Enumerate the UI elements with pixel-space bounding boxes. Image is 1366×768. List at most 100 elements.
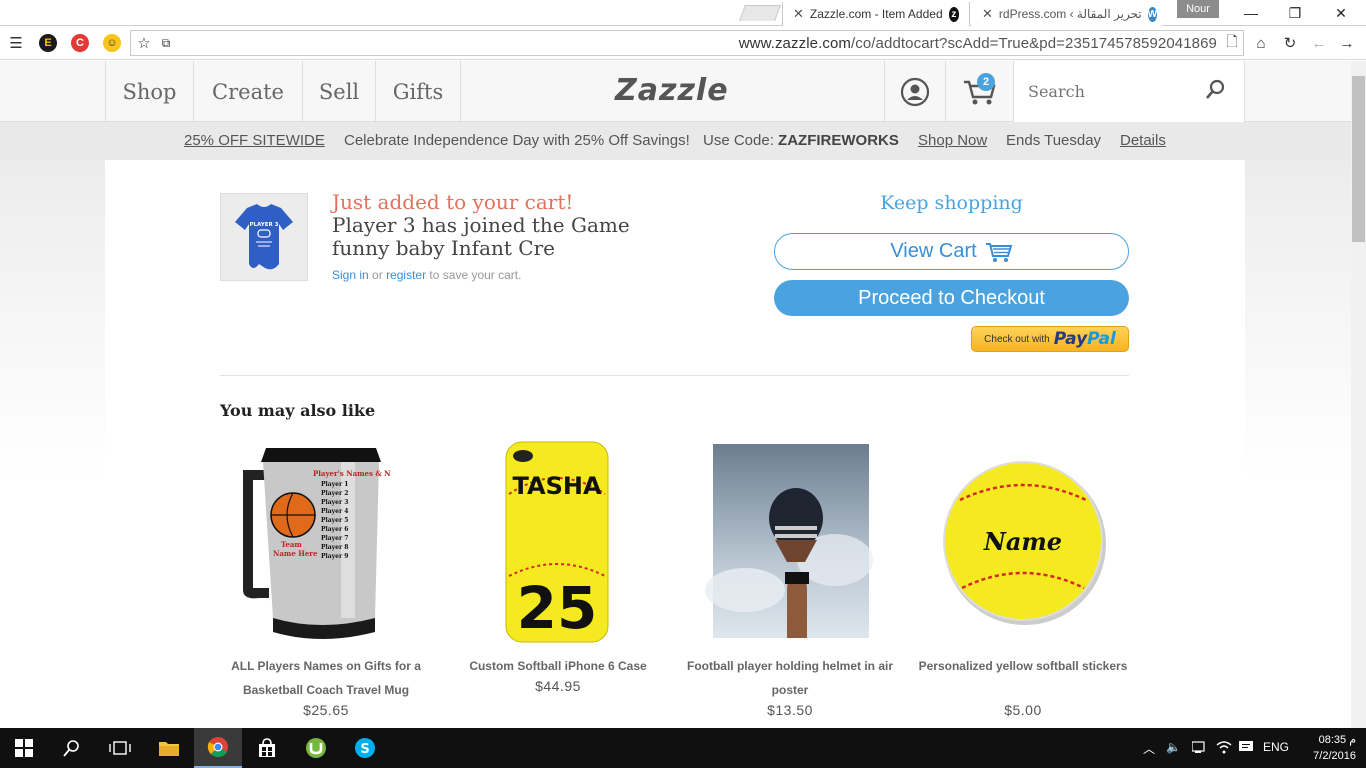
cart-count-badge: 2 — [977, 73, 995, 91]
address-bar[interactable]: ☆ ⧉ www.zazzle.com/co/addtocart?scAdd=Tr… — [130, 30, 1244, 56]
product-name[interactable]: Custom Softball iPhone 6 Case — [443, 654, 673, 678]
cart-button[interactable]: 2 — [945, 61, 1013, 122]
product-price: $25.65 — [303, 702, 349, 718]
product-name[interactable]: ALL Players Names on Gifts for a Basketb… — [211, 654, 441, 702]
action-center-icon[interactable] — [1238, 740, 1254, 757]
zazzle-logo[interactable]: Zazzle — [615, 73, 729, 108]
paypal-logo: PayPal — [1053, 329, 1116, 349]
page-info-icon[interactable]: 🗋 — [1221, 32, 1243, 54]
language-indicator[interactable]: ENG — [1263, 740, 1289, 754]
onesie-text: PLAYER 3 — [250, 222, 279, 228]
chrome-icon[interactable] — [194, 728, 242, 768]
shop-now-link[interactable]: Shop Now — [918, 132, 987, 149]
paypal-checkout-button[interactable]: Check out with PayPal — [971, 326, 1129, 352]
promo-ends: Ends Tuesday — [1006, 132, 1102, 149]
promo-code: Use Code: ZAZFIREWORKS — [703, 132, 899, 149]
nav-shop[interactable]: Shop — [105, 61, 193, 122]
onesie-image: PLAYER 3 — [235, 204, 293, 270]
system-clock[interactable]: 08:35 م 7/2/2016 — [1296, 732, 1356, 764]
svg-text:Player 5: Player 5 — [321, 517, 348, 524]
volume-icon[interactable]: 🔈 — [1166, 740, 1181, 754]
new-tab-button[interactable] — [739, 5, 781, 21]
utorrent-icon[interactable] — [292, 728, 340, 768]
promo-offer-link[interactable]: 25% OFF SITEWIDE — [184, 132, 325, 149]
product-image-mug[interactable]: Player's Names & N Player 1 Player 2 Playe… — [211, 440, 441, 645]
nav-create[interactable]: Create — [193, 61, 302, 122]
profile-name[interactable]: Nour — [1177, 0, 1219, 18]
promo-message: Celebrate Independence Day with 25% Off … — [344, 132, 690, 149]
view-cart-button[interactable]: View Cart — [774, 233, 1129, 270]
star-icon[interactable]: ☆ — [133, 32, 155, 54]
minimize-icon[interactable]: — — [1228, 0, 1274, 26]
sticker-name-text: Name — [983, 527, 1062, 556]
menu-icon[interactable]: ☰ — [5, 32, 27, 54]
added-item-thumbnail[interactable]: PLAYER 3 — [220, 193, 308, 281]
nav-gifts[interactable]: Gifts — [375, 61, 461, 122]
tab-wordpress[interactable]: ✕ rdPress.com ‹ تحرير المقالة W — [972, 2, 1162, 26]
account-button[interactable] — [884, 61, 945, 122]
svg-text:S: S — [360, 742, 369, 757]
svg-text:Name Here: Name Here — [273, 549, 318, 558]
extension-icon[interactable]: E — [39, 34, 57, 52]
translate-icon[interactable]: ⧉ — [155, 32, 177, 54]
tab-title: Zazzle.com - Item Added — [809, 7, 943, 21]
browser-toolbar: ☰ E C ☺ ☆ ⧉ www.zazzle.com/co/addtocart?… — [0, 26, 1366, 60]
product-name[interactable]: Football player holding helmet in air po… — [675, 654, 905, 702]
product-image-phone-case[interactable]: TASHA 25 — [443, 440, 673, 645]
keep-shopping-link[interactable]: Keep shopping — [774, 192, 1129, 214]
product-image-football-poster[interactable] — [675, 440, 905, 645]
added-item-title[interactable]: Player 3 has joined the Game funny baby … — [332, 214, 692, 260]
svg-text:Player 8: Player 8 — [321, 544, 348, 551]
store-icon[interactable] — [243, 728, 291, 768]
svg-text:Player 7: Player 7 — [321, 535, 348, 542]
restore-icon[interactable]: ❐ — [1272, 0, 1318, 26]
site-header: Shop Create Sell Gifts Zazzle 2 — [0, 61, 1351, 122]
svg-text:Player 6: Player 6 — [321, 526, 348, 533]
product-image-softball-sticker[interactable]: Name — [908, 440, 1138, 645]
nav-sell[interactable]: Sell — [302, 61, 375, 122]
account-icon — [900, 77, 930, 106]
proceed-to-checkout-button[interactable]: Proceed to Checkout — [774, 280, 1129, 316]
home-icon[interactable]: ⌂ — [1250, 32, 1272, 54]
file-explorer-icon[interactable] — [145, 728, 193, 768]
case-number-text: 25 — [517, 574, 598, 642]
tab-close-icon[interactable]: ✕ — [793, 6, 804, 22]
product-name[interactable]: Personalized yellow softball stickers — [908, 654, 1138, 678]
close-window-icon[interactable]: ✕ — [1318, 0, 1364, 26]
reload-icon[interactable]: ↻ — [1279, 32, 1301, 54]
sign-in-link[interactable]: Sign in — [332, 268, 369, 282]
mug-text: Player's Names & N — [313, 469, 391, 478]
product-price: $13.50 — [767, 702, 813, 718]
wifi-icon[interactable] — [1216, 740, 1232, 757]
back-icon[interactable]: ← — [1308, 32, 1330, 54]
tab-title: rdPress.com ‹ تحرير المقالة — [998, 7, 1142, 21]
svg-text:Team: Team — [281, 540, 302, 549]
section-divider — [220, 375, 1129, 376]
forward-icon[interactable]: → — [1336, 32, 1358, 54]
cart-icon — [985, 242, 1013, 262]
windows-start-icon[interactable] — [0, 728, 48, 768]
zazzle-favicon-icon: z — [948, 6, 959, 22]
skype-icon[interactable]: S — [341, 728, 389, 768]
tab-zazzle[interactable]: ✕ Zazzle.com - Item Added z — [782, 2, 970, 26]
page-scrollbar-thumb[interactable] — [1352, 76, 1365, 242]
save-cart-text: Sign in or register to save your cart. — [332, 268, 522, 282]
emoji-extension-icon[interactable]: ☺ — [103, 34, 121, 52]
search-icon[interactable] — [48, 728, 96, 768]
search-icon[interactable] — [1204, 79, 1226, 101]
register-link[interactable]: register — [386, 268, 426, 282]
product-price: $44.95 — [535, 678, 581, 694]
svg-text:Player 2: Player 2 — [321, 490, 348, 497]
network-icon[interactable] — [1191, 740, 1206, 757]
task-view-icon[interactable] — [96, 728, 144, 768]
details-link[interactable]: Details — [1120, 132, 1166, 149]
recommendations-heading: You may also like — [220, 401, 376, 420]
shield-extension-icon[interactable]: C — [71, 34, 89, 52]
show-hidden-icons-icon[interactable]: ︿ — [1143, 740, 1155, 757]
svg-text:Player 3: Player 3 — [321, 499, 348, 506]
added-heading: Just added to your cart! — [332, 190, 574, 214]
product-price: $5.00 — [1004, 702, 1042, 718]
tab-close-icon[interactable]: ✕ — [982, 6, 993, 22]
browser-tab-strip: ✕ Zazzle.com - Item Added z ✕ rdPress.co… — [0, 0, 1366, 26]
search-input[interactable] — [1028, 79, 1198, 103]
